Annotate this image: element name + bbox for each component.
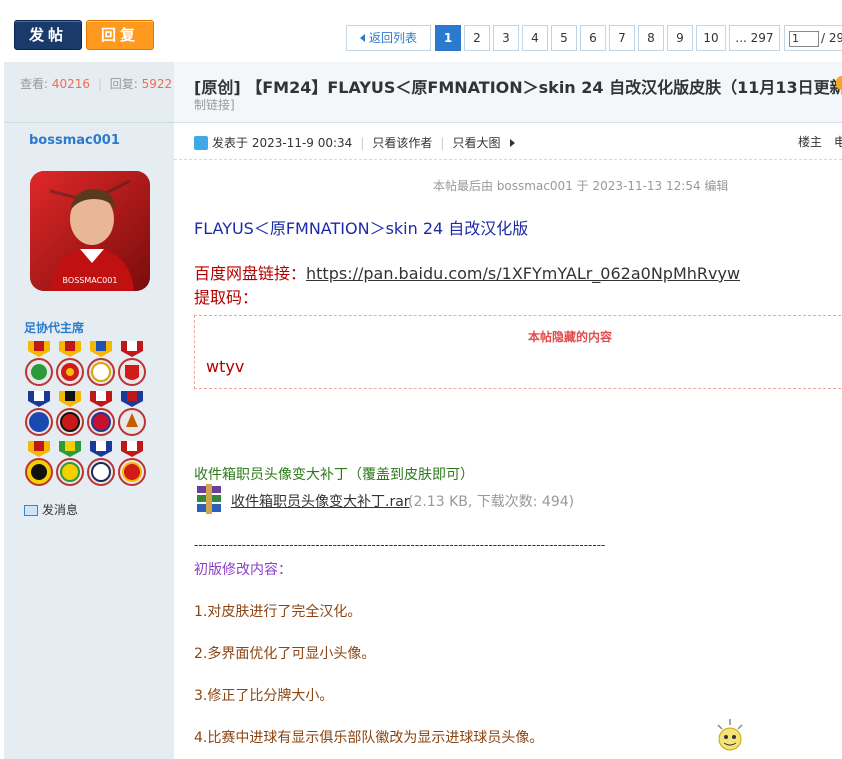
badge-icon (836, 76, 842, 90)
post-info: 发表于 2023-11-9 00:34 | 只看该作者 | 只看大图 (194, 134, 516, 151)
post-meta-bar: 发表于 2023-11-9 00:34 | 只看该作者 | 只看大图 楼主 电 (174, 123, 842, 160)
reply-button[interactable]: 回复 (86, 20, 154, 50)
medal-icon[interactable] (55, 391, 85, 439)
big-images-link[interactable]: 只看大图 (452, 136, 500, 150)
author-title: 足协代主席 (24, 321, 85, 335)
attachment-link[interactable]: 收件箱职员头像变大补丁.rar (231, 491, 410, 511)
medal-icon[interactable] (86, 441, 116, 489)
medal-icon[interactable] (117, 391, 147, 439)
avatar[interactable]: BOSSMAC001 (30, 171, 150, 291)
page-10[interactable]: 10 (696, 25, 726, 51)
send-message-label: 发消息 (42, 503, 79, 517)
avatar-text: BOSSMAC001 (63, 276, 118, 285)
back-to-list-label: 返回列表 (368, 31, 417, 45)
mods-label: 初版修改内容： (194, 562, 292, 578)
medal-icon[interactable] (86, 341, 116, 389)
edit-note: 本帖最后由 bossmac001 于 2023-11-13 12:54 编辑 (433, 179, 729, 193)
rar-file-icon (197, 484, 221, 514)
views-label: 查看: (20, 77, 49, 91)
page-5[interactable]: 5 (551, 25, 577, 51)
mod-item: 4.比赛中进球有显示俱乐部队徽改为显示进球球员头像。 (194, 730, 544, 746)
page-6[interactable]: 6 (580, 25, 606, 51)
thread-title: [原创] 【FM24】FLAYUS＜原FMNATION＞skin 24 自改汉化… (194, 74, 842, 98)
back-to-list-button[interactable]: 返回列表 (346, 25, 431, 51)
title-text: 【FM24】FLAYUS＜原FMNATION＞skin 24 自改汉化版皮肤（1… (246, 78, 842, 97)
author-card: bossmac001 BOSSMAC001 足协代主席 发消息 (4, 123, 174, 759)
thread-stats: 查看: 40216 | 回复: 5922 (4, 62, 174, 123)
title-prefix[interactable]: [原创] (194, 78, 241, 97)
page-total: / 29 (821, 31, 842, 45)
mod-item: 2.多界面优化了可显小头像。 (194, 646, 376, 662)
new-post-button[interactable]: 发帖 (14, 20, 82, 50)
online-status-icon (194, 136, 208, 150)
attachment-info: (2.13 KB, 下载次数: 494) (408, 494, 575, 510)
page-3[interactable]: 3 (493, 25, 519, 51)
medal-icon[interactable] (55, 341, 85, 389)
emoticon-icon (717, 719, 743, 751)
triangle-right-icon (510, 139, 516, 147)
floor-label: 楼主 (798, 135, 823, 149)
page-2[interactable]: 2 (464, 25, 490, 51)
floor-extra[interactable]: 电 (834, 133, 842, 150)
copy-link-text[interactable]: 制链接] (194, 96, 235, 113)
page-4[interactable]: 4 (522, 25, 548, 51)
patch-label: 收件箱职员头像变大补丁（覆盖到皮肤即可） (194, 467, 474, 483)
avatar-image: BOSSMAC001 (30, 171, 150, 291)
hidden-content-header: 本帖隐藏的内容 (528, 330, 613, 344)
envelope-icon (24, 505, 38, 516)
thread-header: [原创] 【FM24】FLAYUS＜原FMNATION＞skin 24 自改汉化… (174, 62, 842, 123)
code-label: 提取码： (194, 288, 259, 307)
post-pan-line: 百度网盘链接：https://pan.baidu.com/s/1XFYmYALr… (194, 260, 740, 284)
post-time: 发表于 2023-11-9 00:34 (212, 136, 353, 150)
hidden-code: wtyv (206, 357, 245, 376)
mod-item: 3.修正了比分牌大小。 (194, 688, 334, 704)
send-message-link[interactable]: 发消息 (24, 501, 78, 518)
medal-icon[interactable] (117, 441, 147, 489)
medal-icon[interactable] (86, 391, 116, 439)
page-9[interactable]: 9 (667, 25, 693, 51)
page-7[interactable]: 7 (609, 25, 635, 51)
views-count: 40216 (51, 77, 91, 91)
medal-icon[interactable] (55, 441, 85, 489)
mod-item: 1.对皮肤进行了完全汉化。 (194, 604, 362, 620)
page-8[interactable]: 8 (638, 25, 664, 51)
medal-icon[interactable] (24, 441, 54, 489)
replies-count: 5922 (141, 77, 173, 91)
author-name[interactable]: bossmac001 (29, 133, 120, 148)
author-sidebar: 查看: 40216 | 回复: 5922 bossmac001 BOSSMAC0… (4, 62, 174, 759)
top-toolbar: 发帖 回复 返回列表 1 2 3 4 5 6 7 8 9 10 ... 297 … (0, 0, 842, 62)
only-author-link[interactable]: 只看该作者 (372, 136, 432, 150)
medal-icon[interactable] (24, 341, 54, 389)
page-jump: 1 / 29 (784, 25, 842, 51)
replies-label: 回复: (109, 77, 138, 91)
divider-text: ----------------------------------------… (194, 538, 606, 552)
pan-link[interactable]: https://pan.baidu.com/s/1XFYmYALr_062a0N… (306, 264, 740, 283)
hidden-content-box: 本帖隐藏的内容 wtyv (194, 315, 842, 389)
page-jump-input[interactable]: 1 (789, 31, 819, 47)
post-line-1: FLAYUS＜原FMNATION＞skin 24 自改汉化版 (194, 219, 529, 238)
post-main: [原创] 【FM24】FLAYUS＜原FMNATION＞skin 24 自改汉化… (174, 62, 842, 759)
medal-icon[interactable] (117, 341, 147, 389)
pan-label: 百度网盘链接： (194, 264, 307, 283)
medal-icon[interactable] (24, 391, 54, 439)
stats-text: 查看: 40216 | 回复: 5922 (20, 77, 173, 91)
page-1[interactable]: 1 (435, 25, 461, 51)
chevron-left-icon (359, 34, 365, 42)
page-last[interactable]: ... 297 (729, 25, 780, 51)
